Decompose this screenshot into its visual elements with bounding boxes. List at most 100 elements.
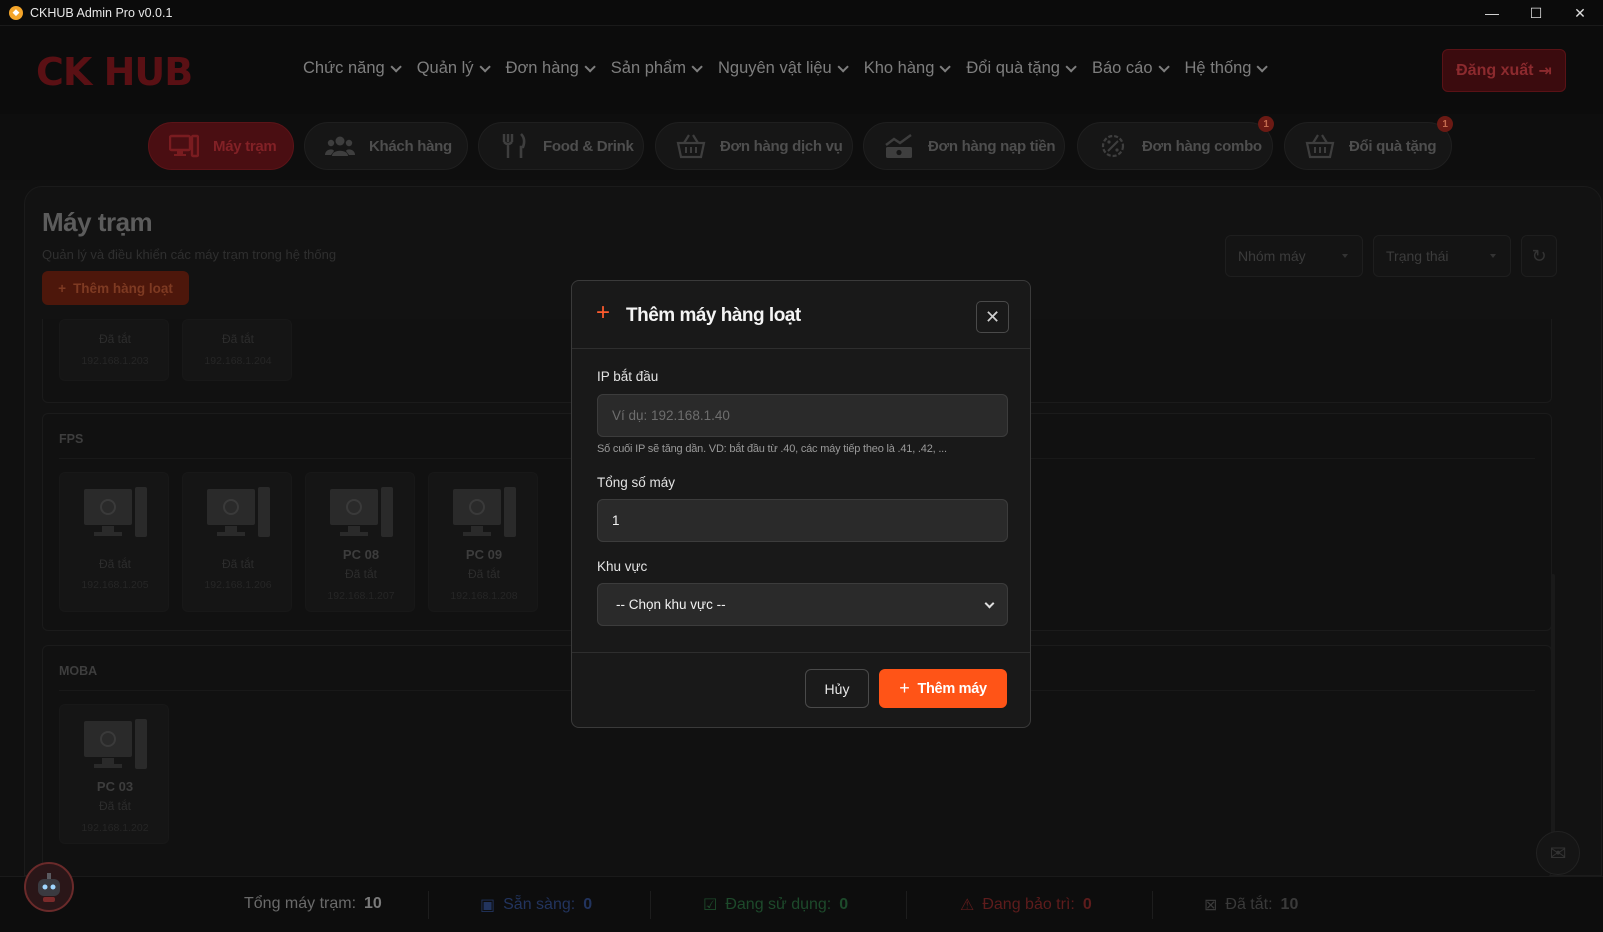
caret-down-icon [1490, 254, 1496, 258]
chevron-down-icon [479, 60, 491, 73]
minimize-button[interactable]: — [1469, 0, 1515, 26]
stat-off-value: 10 [1280, 896, 1299, 913]
stat-ready-label: Sẵn sàng: [503, 896, 576, 913]
tab-don-hang-combo[interactable]: Đơn hàng combo 1 [1077, 116, 1274, 170]
divider [428, 891, 429, 919]
nav-label: Đổi quà tặng [966, 59, 1060, 77]
plus-icon: + [58, 280, 67, 296]
divider [650, 891, 651, 919]
status-footer: Tổng máy trạm: 10 ▣ Sẵn sàng: 0 ☑ Đang s… [0, 876, 1603, 932]
nav-quan-ly[interactable]: Quản lý [416, 59, 491, 78]
tab-don-hang-dich-vu[interactable]: Đơn hàng dịch vụ [655, 122, 853, 170]
tab-badge: 1 [1258, 116, 1274, 132]
chevron-down-icon [939, 60, 952, 73]
modal-close-button[interactable]: ✕ [976, 301, 1009, 333]
chevron-down-icon [837, 60, 849, 73]
messenger-icon[interactable]: ✉ [1536, 831, 1580, 875]
logout-icon: ⇥ [1538, 62, 1552, 80]
workstation-state: Đã tắt [221, 557, 254, 571]
stat-total: Tổng máy trạm: 10 [244, 895, 382, 913]
stat-off: ⊠ Đã tắt: 10 [1204, 895, 1298, 915]
ip-start-input[interactable]: Ví dụ: 192.168.1.40 [597, 394, 1008, 437]
add-machines-label: Thêm máy [917, 680, 987, 697]
monitor-off-icon [330, 487, 393, 537]
discount-icon [1098, 133, 1128, 159]
main-nav: Chức năng Quản lý Đơn hàng Sản phẩm Nguy… [303, 59, 1283, 78]
chevron-down-icon [584, 60, 596, 73]
nav-kho-hang[interactable]: Kho hàng [864, 59, 952, 78]
content-scrollbar[interactable] [1551, 574, 1555, 844]
nav-he-thong[interactable]: Hệ thống [1185, 59, 1269, 78]
tab-label: Đơn hàng combo [1142, 137, 1262, 155]
modal-header: + Thêm máy hàng loạt ✕ [572, 281, 1030, 349]
maximize-button[interactable]: ☐ [1513, 0, 1559, 26]
tab-may-tram[interactable]: Máy trạm [148, 122, 294, 170]
assistant-bot-icon[interactable] [24, 862, 74, 912]
monitor-off-icon [84, 719, 147, 769]
stat-off-label: Đã tắt: [1225, 896, 1273, 913]
modal-footer-divider [572, 652, 1030, 653]
workstation-card[interactable]: PC 09 Đã tắt 192.168.1.208 [428, 472, 538, 612]
workstation-card[interactable]: PC 08 Đã tắt 192.168.1.207 [305, 472, 415, 612]
modal-title: Thêm máy hàng loạt [626, 305, 801, 326]
tab-food-drink[interactable]: Food & Drink [478, 122, 644, 170]
workstation-name: PC 08 [342, 547, 380, 562]
chevron-down-icon [1065, 60, 1077, 73]
tab-khach-hang[interactable]: Khách hàng [304, 122, 468, 170]
stat-in-use-value: 0 [839, 896, 849, 913]
tab-label: Food & Drink [543, 137, 634, 155]
logout-label: Đăng xuất [1456, 61, 1534, 79]
machine-count-input[interactable]: 1 [597, 499, 1008, 542]
nav-bao-cao[interactable]: Báo cáo [1092, 59, 1170, 78]
workstation-card[interactable]: Đã tắt 192.168.1.206 [182, 472, 292, 612]
workstation-ip: 192.168.1.202 [81, 822, 149, 834]
brand-logo[interactable]: CK HUB [36, 50, 193, 94]
nav-doi-qua-tang[interactable]: Đổi quà tặng [966, 59, 1077, 78]
app-logo-icon: ◆ [9, 5, 23, 20]
cancel-button[interactable]: Hủy [805, 669, 869, 708]
nav-label: Quản lý [416, 59, 474, 77]
workstation-name: PC 03 [96, 779, 134, 794]
bulk-add-label: Thêm hàng loạt [73, 280, 173, 296]
workstation-icon [169, 133, 199, 159]
group-filter-select[interactable]: Nhóm máy [1225, 235, 1363, 277]
workstation-card[interactable]: Đã tắt 192.168.1.205 [59, 472, 169, 612]
tab-badge: 1 [1437, 116, 1453, 132]
tab-doi-qua-tang[interactable]: Đổi quà tặng 1 [1284, 116, 1453, 170]
money-chart-icon [884, 133, 914, 159]
ip-start-hint: Số cuối IP sẽ tăng dần. VD: bắt đầu từ .… [597, 443, 947, 455]
tab-don-hang-nap-tien[interactable]: Đơn hàng nạp tiền [863, 122, 1065, 170]
group-title: FPS [59, 432, 84, 446]
nav-label: Sản phẩm [610, 59, 686, 77]
workstation-card[interactable]: Đã tắt 192.168.1.203 [59, 319, 169, 381]
stat-ready-value: 0 [583, 896, 593, 913]
fork-knife-icon [499, 133, 529, 159]
workstation-card[interactable]: PC 03 Đã tắt 192.168.1.202 [59, 704, 169, 844]
bulk-add-button[interactable]: + Thêm hàng loạt [42, 271, 189, 305]
status-filter-label: Trạng thái [1386, 248, 1449, 264]
zone-label: Khu vực [597, 559, 648, 574]
workstation-state: Đã tắt [467, 567, 500, 581]
nav-chuc-nang[interactable]: Chức năng [303, 59, 402, 78]
workstation-ip: 192.168.1.203 [81, 355, 149, 367]
nav-don-hang[interactable]: Đơn hàng [506, 59, 596, 78]
monitor-off-icon [84, 487, 147, 537]
nav-nguyen-vat-lieu[interactable]: Nguyên vật liệu [718, 59, 849, 78]
nav-san-pham[interactable]: Sản phẩm [610, 59, 703, 78]
workstation-ip: 192.168.1.204 [204, 355, 272, 367]
window-titlebar: ◆ CKHUB Admin Pro v0.0.1 — ☐ ✕ [0, 0, 1603, 26]
close-window-button[interactable]: ✕ [1557, 0, 1603, 26]
ip-start-label: IP bắt đầu [597, 369, 659, 384]
workstation-card[interactable]: Đã tắt 192.168.1.204 [182, 319, 292, 381]
zone-select[interactable]: -- Chọn khu vực -- [597, 583, 1008, 626]
alert-screen-icon: ⚠ [960, 897, 975, 914]
plus-icon: + [596, 299, 611, 326]
monitor-off-icon [207, 487, 270, 537]
stat-ready: ▣ Sẵn sàng: 0 [480, 895, 592, 915]
status-filter-select[interactable]: Trạng thái [1373, 235, 1511, 277]
stat-total-label: Tổng máy trạm: [244, 895, 357, 912]
logout-button[interactable]: Đăng xuất ⇥ [1442, 49, 1566, 92]
divider [1152, 891, 1153, 919]
refresh-icon[interactable]: ↻ [1521, 235, 1557, 277]
add-machines-button[interactable]: + Thêm máy [879, 669, 1007, 708]
